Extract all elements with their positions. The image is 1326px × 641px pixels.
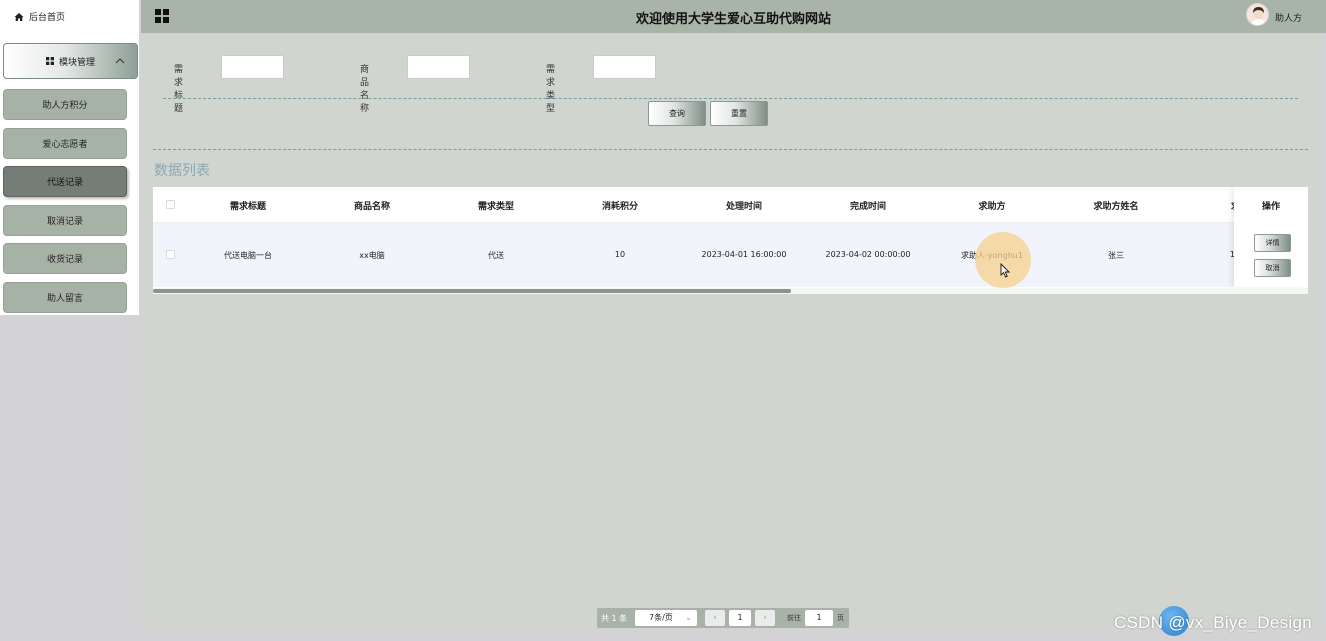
reset-button[interactable]: 重置 — [710, 101, 768, 126]
sidebar-item-label: 取消记录 — [46, 217, 83, 227]
pagination-total: 共 1 条 — [601, 614, 628, 623]
sidebar-item-label: 爱心志愿者 — [42, 140, 88, 150]
goto-page-input[interactable]: 1 — [805, 610, 833, 626]
search-label-product: 商品名称 — [360, 65, 370, 114]
sidebar-home-link[interactable]: 后台首页 — [0, 0, 139, 33]
col-header: 求助方姓名 — [1093, 202, 1139, 212]
col-header: 商品名称 — [353, 202, 390, 212]
cell-points: 10 — [614, 250, 626, 259]
goto-label: 前往 — [787, 614, 801, 622]
list-title: 数据列表 — [154, 163, 210, 179]
sidebar-item-delivery-records[interactable]: 代送记录 — [3, 166, 127, 197]
sidebar-item-label: 助人留言 — [46, 294, 83, 304]
cell-requester-name: 张三 — [1108, 251, 1124, 260]
table-row[interactable]: 代送电脑一台 xx电脑 代送 10 2023-04-01 16:00:00 20… — [153, 223, 1308, 287]
operations-column: 操作 详情 取消 — [1234, 187, 1308, 287]
cell-type: 代送 — [488, 251, 504, 260]
watermark: CSDN @vx_Biye_Design — [1113, 613, 1312, 632]
sidebar-item-helper-points[interactable]: 助人方积分 — [3, 89, 127, 120]
col-header-operations: 操作 — [1261, 202, 1280, 212]
cell-finish-time: 2023-04-02 00:00:00 — [825, 250, 911, 259]
divider — [153, 149, 1308, 150]
search-label-type: 需求类型 — [546, 65, 556, 114]
sidebar-item-label: 助人方积分 — [42, 101, 88, 111]
mouse-cursor-icon — [1000, 263, 1011, 278]
sidebar-item-receipt-records[interactable]: 收货记录 — [3, 243, 127, 274]
sidebar: 后台首页 模块管理 助人方积分 爱心志愿者 代送记录 取消记录 收货记录 助人留… — [0, 0, 141, 641]
horizontal-scrollbar[interactable] — [153, 288, 1308, 294]
page-size-select[interactable]: 7条/页 ⌄ — [635, 610, 697, 626]
search-product-input[interactable] — [407, 55, 470, 79]
search-type-input[interactable] — [593, 55, 656, 79]
search-label-title: 需求标题 — [174, 65, 184, 114]
page-title: 欢迎使用大学生爱心互助代购网站 — [635, 12, 831, 27]
col-header: 消耗积分 — [601, 202, 638, 212]
sidebar-module-label: 模块管理 — [58, 57, 95, 68]
avatar[interactable] — [1246, 3, 1269, 26]
table-header: 需求标题 商品名称 需求类型 消耗积分 处理时间 完成时间 求助方 求助方姓名 … — [153, 187, 1308, 223]
prev-page-button[interactable]: ‹ — [705, 610, 725, 626]
current-page[interactable]: 1 — [729, 610, 751, 626]
cancel-button[interactable]: 取消 — [1254, 259, 1291, 277]
page-size-value: 7条/页 — [649, 613, 673, 622]
col-header: 需求类型 — [477, 202, 514, 212]
select-all-checkbox[interactable] — [166, 200, 175, 209]
scrollbar-thumb[interactable] — [153, 289, 791, 293]
user-name[interactable]: 助人方 — [1275, 11, 1302, 24]
grid-icon — [45, 57, 54, 65]
sidebar-item-volunteers[interactable]: 爱心志愿者 — [3, 128, 127, 159]
data-table: 需求标题 商品名称 需求类型 消耗积分 处理时间 完成时间 求助方 求助方姓名 … — [153, 187, 1308, 294]
cell-product: xx电脑 — [359, 251, 385, 260]
chevron-up-icon — [115, 58, 125, 64]
sidebar-module-toggle[interactable]: 模块管理 — [3, 43, 138, 79]
sidebar-menu-panel: 模块管理 助人方积分 爱心志愿者 代送记录 取消记录 收货记录 助人留言 — [0, 33, 139, 315]
sidebar-home-label: 后台首页 — [29, 13, 66, 23]
chevron-down-icon: ⌄ — [685, 613, 692, 622]
col-header: 需求标题 — [229, 202, 266, 212]
home-icon — [14, 12, 24, 21]
page-unit-label: 页 — [837, 614, 844, 622]
sidebar-item-cancel-records[interactable]: 取消记录 — [3, 205, 127, 236]
pagination: 共 1 条 7条/页 ⌄ ‹ 1 › 前往 1 页 — [597, 608, 849, 628]
search-title-input[interactable] — [221, 55, 284, 79]
cursor-highlight — [975, 232, 1031, 288]
sidebar-item-helper-messages[interactable]: 助人留言 — [3, 282, 127, 313]
main-content: 需求标题 商品名称 需求类型 查询 重置 数据列表 需求标题 商品名称 需求类型… — [141, 33, 1320, 628]
detail-button[interactable]: 详情 — [1254, 234, 1291, 252]
sidebar-item-label: 代送记录 — [46, 178, 83, 188]
query-button[interactable]: 查询 — [648, 101, 706, 126]
col-header: 完成时间 — [849, 202, 886, 212]
divider — [163, 98, 1298, 99]
sidebar-item-label: 收货记录 — [46, 255, 83, 265]
top-header: 欢迎使用大学生爱心互助代购网站 助人方 — [141, 0, 1326, 33]
cell-title: 代送电脑一台 — [224, 251, 272, 260]
col-header: 处理时间 — [725, 202, 762, 212]
row-checkbox[interactable] — [166, 250, 175, 259]
cell-process-time: 2023-04-01 16:00:00 — [701, 250, 787, 259]
col-header: 求助方 — [978, 202, 1006, 212]
next-page-button[interactable]: › — [755, 610, 775, 626]
